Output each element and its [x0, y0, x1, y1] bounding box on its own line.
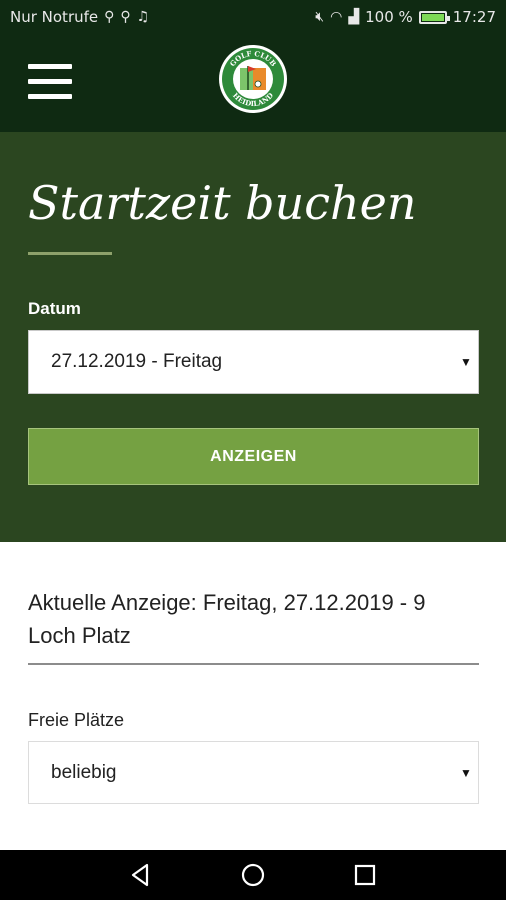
- divider: [28, 663, 479, 665]
- back-icon[interactable]: [128, 862, 154, 888]
- date-label: Datum: [28, 299, 81, 318]
- battery-percent: 100 %: [365, 8, 413, 26]
- wifi-icon: ◠: [330, 9, 343, 25]
- carrier-text: Nur Notrufe: [10, 8, 99, 26]
- date-select[interactable]: 27.12.2019 - Freitag ▼: [28, 330, 479, 394]
- booking-hero: Startzeit buchen Datum 27.12.2019 - Frei…: [0, 132, 506, 542]
- dropdown-caret-icon: ▼: [460, 765, 472, 780]
- system-nav-bar: [0, 850, 506, 900]
- free-seats-label: Freie Plätze: [28, 710, 125, 730]
- free-seats-select[interactable]: beliebig ▼: [28, 741, 479, 804]
- page-title: Startzeit buchen: [28, 176, 417, 230]
- app-bar: GOLF CLUB HEIDILAND: [0, 34, 506, 132]
- dropdown-caret-icon: ▼: [460, 355, 472, 369]
- title-underline: [28, 252, 112, 255]
- usb-icon: ⚲: [104, 9, 115, 25]
- date-select-value: 27.12.2019 - Freitag: [51, 351, 223, 372]
- recent-apps-icon[interactable]: [352, 862, 378, 888]
- home-icon[interactable]: [240, 862, 266, 888]
- free-seats-value: beliebig: [51, 761, 117, 783]
- usb-icon: ⚲: [120, 9, 131, 25]
- mute-icon: 🔇︎: [315, 9, 325, 25]
- show-button[interactable]: ANZEIGEN: [28, 428, 479, 485]
- battery-icon: [418, 10, 450, 24]
- menu-icon[interactable]: [28, 64, 72, 100]
- results-section: Aktuelle Anzeige: Freitag, 27.12.2019 - …: [0, 542, 506, 850]
- current-display-heading: Aktuelle Anzeige: Freitag, 27.12.2019 - …: [28, 590, 426, 648]
- signal-icon: ▟: [348, 9, 360, 25]
- music-icon: ♫: [136, 9, 150, 25]
- clock: 17:27: [452, 8, 496, 26]
- status-bar: Nur Notrufe ⚲ ⚲ ♫ 🔇︎ ◠ ▟ 100 % 17:27: [0, 0, 506, 34]
- golf-club-logo[interactable]: GOLF CLUB HEIDILAND: [218, 44, 288, 114]
